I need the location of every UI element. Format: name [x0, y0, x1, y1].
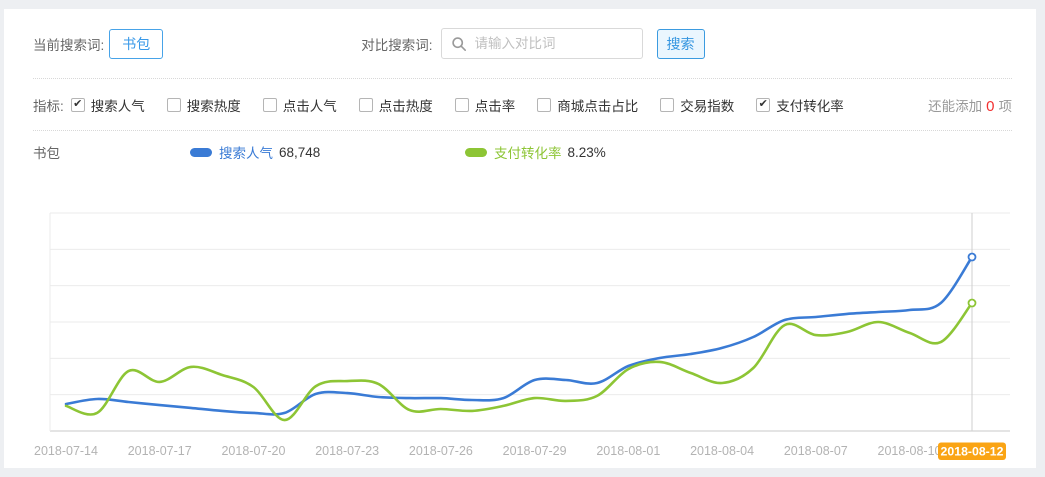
- metrics-row: 指标: ✔ 搜索人气 搜索热度 点击人气 点击热度 点击率 商城点击占比 交易指数 ✔ 支付转化率…: [4, 79, 1036, 130]
- metric-checkbox-5[interactable]: 商城点击占比: [537, 95, 638, 115]
- compare-term-label: 对比搜索词:: [361, 34, 432, 54]
- metric-checkbox-4[interactable]: 点击率: [455, 95, 516, 115]
- checkbox-unchecked-icon: [537, 98, 551, 112]
- legend-item-1: 支付转化率 8.23%: [465, 142, 606, 162]
- checkbox-checked-icon: ✔: [71, 98, 85, 112]
- metric-checkbox-3[interactable]: 点击热度: [359, 95, 433, 115]
- x-tick-label: 2018-07-14: [34, 444, 98, 458]
- metric-checkbox-label: 商城点击占比: [557, 95, 638, 115]
- current-term-button[interactable]: 书包: [109, 29, 163, 59]
- legend-series-name: 支付转化率: [494, 142, 562, 162]
- compare-input[interactable]: [473, 35, 642, 52]
- page: 当前搜索词: 书包 对比搜索词: 搜索 指标: ✔ 搜索人气 搜索热度 点击人气 点击热…: [0, 0, 1045, 477]
- remaining-prefix: 还能添加: [928, 99, 982, 114]
- legend-series-value: 8.23%: [568, 145, 606, 160]
- series-line-支付转化率: [66, 303, 972, 420]
- x-tick-label: 2018-07-20: [221, 444, 285, 458]
- x-tick-label: 2018-08-01: [596, 444, 660, 458]
- endpoint-marker: [969, 300, 976, 307]
- search-row: 当前搜索词: 书包 对比搜索词: 搜索: [4, 9, 1036, 78]
- legend-row: 书包 搜索人气 68,748 支付转化率 8.23%: [4, 131, 1036, 173]
- x-tick-label: 2018-07-29: [503, 444, 567, 458]
- metric-checkbox-1[interactable]: 搜索热度: [167, 95, 241, 115]
- endpoint-marker: [969, 254, 976, 261]
- checkbox-checked-icon: ✔: [756, 98, 770, 112]
- remaining-count: 0: [986, 98, 994, 115]
- search-button[interactable]: 搜索: [657, 29, 705, 59]
- highlighted-date-label: 2018-08-12: [941, 445, 1004, 459]
- checkbox-unchecked-icon: [455, 98, 469, 112]
- checkbox-unchecked-icon: [359, 98, 373, 112]
- metric-checkbox-label: 搜索热度: [187, 95, 241, 115]
- legend-series-value: 68,748: [279, 145, 320, 160]
- x-tick-label: 2018-07-17: [128, 444, 192, 458]
- series-line-搜索人气: [66, 257, 972, 414]
- x-tick-label: 2018-08-07: [784, 444, 848, 458]
- metric-checkbox-0[interactable]: ✔ 搜索人气: [71, 95, 145, 115]
- checkbox-unchecked-icon: [660, 98, 674, 112]
- trend-panel: 当前搜索词: 书包 对比搜索词: 搜索 指标: ✔ 搜索人气 搜索热度 点击人气 点击热…: [4, 9, 1036, 468]
- legend-item-0: 搜索人气 68,748: [190, 142, 320, 162]
- legend-swatch: [465, 148, 487, 157]
- x-tick-label: 2018-08-10: [878, 444, 942, 458]
- metrics-label: 指标:: [33, 95, 64, 115]
- x-tick-label: 2018-07-26: [409, 444, 473, 458]
- metric-checkbox-group: ✔ 搜索人气 搜索热度 点击人气 点击热度 点击率 商城点击占比 交易指数 ✔ 支付转化率: [71, 95, 844, 115]
- trend-chart: 2018-07-14 2018-07-17 2018-07-20 2018-07-23…: [4, 205, 1036, 469]
- legend-series-name: 搜索人气: [219, 142, 273, 162]
- checkbox-unchecked-icon: [263, 98, 277, 112]
- checkbox-unchecked-icon: [167, 98, 181, 112]
- metric-checkbox-2[interactable]: 点击人气: [263, 95, 337, 115]
- metric-checkbox-6[interactable]: 交易指数: [660, 95, 734, 115]
- search-icon: [451, 36, 467, 52]
- keyword-label: 书包: [33, 142, 60, 162]
- remaining-quota-text: 还能添加 0项: [928, 95, 1012, 115]
- metric-checkbox-7[interactable]: ✔ 支付转化率: [756, 95, 844, 115]
- metric-checkbox-label: 搜索人气: [91, 95, 145, 115]
- legend-swatch: [190, 148, 212, 157]
- current-term-label: 当前搜索词:: [33, 34, 104, 54]
- metric-checkbox-label: 支付转化率: [776, 95, 844, 115]
- metric-checkbox-label: 点击热度: [379, 95, 433, 115]
- metric-checkbox-label: 点击率: [475, 95, 516, 115]
- remaining-suffix: 项: [999, 99, 1013, 114]
- compare-input-wrap: [441, 28, 643, 59]
- metric-checkbox-label: 交易指数: [680, 95, 734, 115]
- metric-checkbox-label: 点击人气: [283, 95, 337, 115]
- x-tick-label: 2018-08-04: [690, 444, 754, 458]
- x-tick-label: 2018-07-23: [315, 444, 379, 458]
